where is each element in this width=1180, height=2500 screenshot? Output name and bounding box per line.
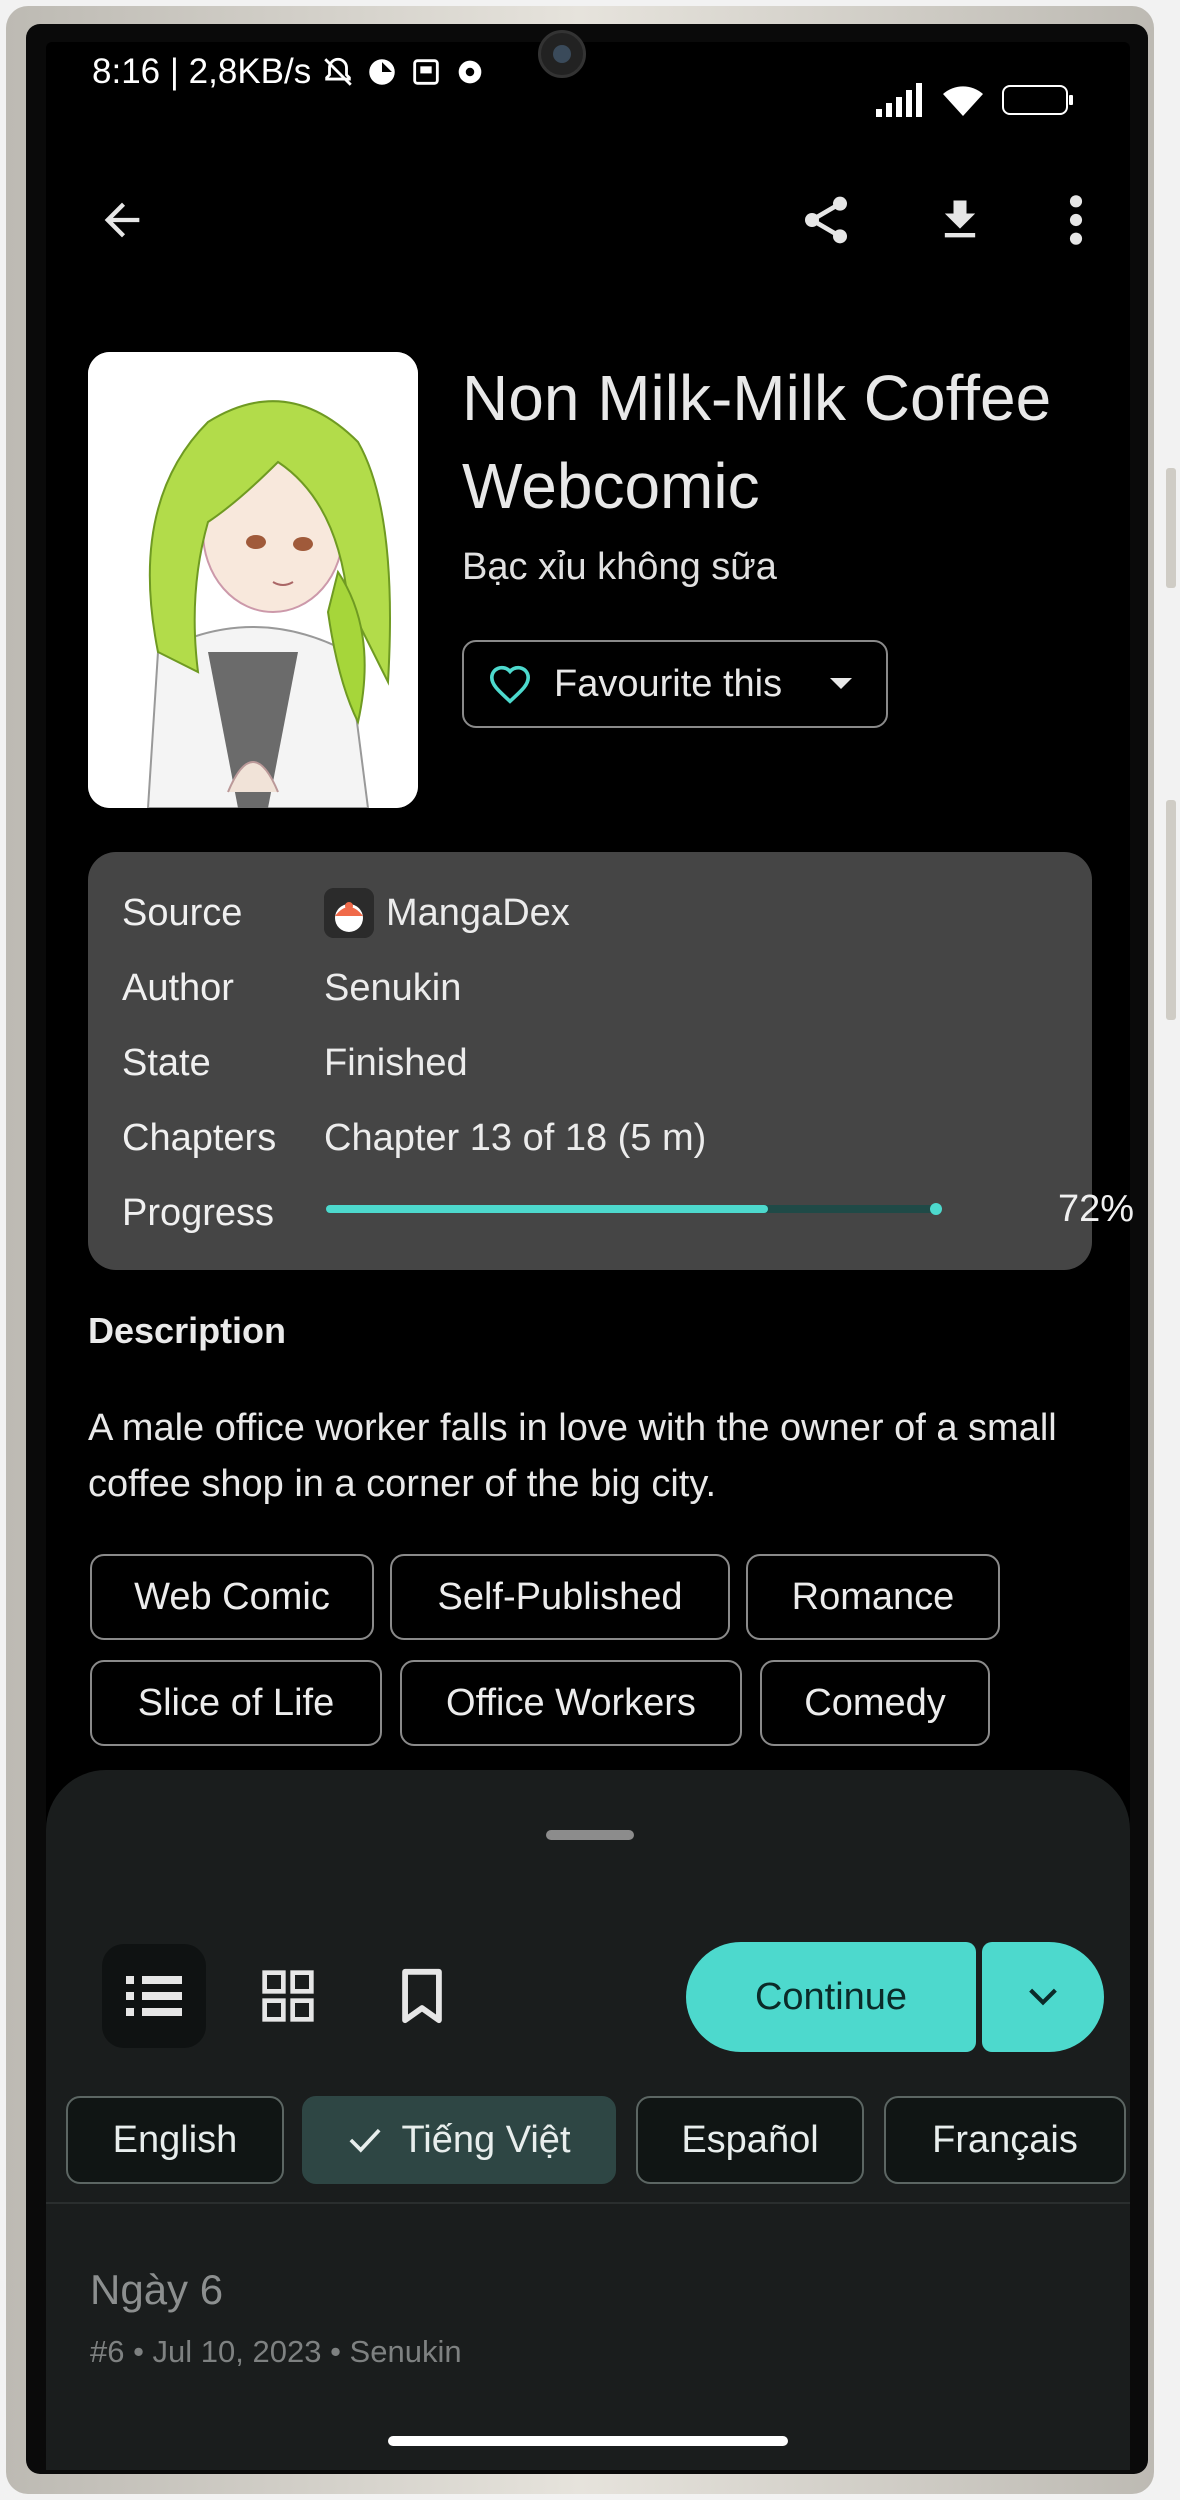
info-row-chapters: Chapters Chapter 13 of 18 (5 m) — [122, 1113, 706, 1163]
list-view-button[interactable] — [102, 1944, 206, 2048]
progress-label: Progress — [122, 1191, 275, 1234]
share-icon[interactable] — [796, 190, 856, 250]
language-chip-french[interactable]: Français — [884, 2096, 1126, 2184]
mangadex-logo-icon — [324, 888, 374, 938]
state-value: Finished — [324, 1041, 468, 1084]
settings-gear-icon — [458, 60, 482, 84]
continue-button[interactable]: Continue — [686, 1942, 976, 2052]
tag-chip[interactable]: Slice of Life — [90, 1660, 382, 1746]
favourite-button[interactable]: Favourite this — [462, 640, 888, 728]
tag-chip[interactable]: Self-Published — [390, 1554, 730, 1640]
tag-chip[interactable]: Romance — [746, 1554, 1000, 1640]
language-chip-spanish[interactable]: Español — [636, 2096, 864, 2184]
chapters-value: Chapter 13 of 18 (5 m) — [324, 1116, 707, 1159]
source-value[interactable]: MangaDex — [324, 888, 570, 938]
front-camera — [538, 30, 586, 78]
info-row-source: Source MangaDex — [122, 888, 570, 938]
battery-level: 100 — [1018, 88, 1052, 111]
status-time: 8:16 | 2,8KB/s — [92, 52, 312, 91]
language-label: Tiếng Việt — [401, 2118, 571, 2161]
continue-dropdown-button[interactable] — [982, 1942, 1104, 2052]
progress-bar — [326, 1203, 942, 1215]
grid-view-icon — [262, 1970, 314, 2022]
favourite-label: Favourite this — [554, 662, 783, 705]
battery-icon: 100 — [1002, 85, 1073, 115]
news-icon — [413, 59, 439, 85]
tag-chip[interactable]: Web Comic — [90, 1554, 374, 1640]
device-side-button — [1166, 800, 1176, 1020]
chapter-meta: #6 • Jul 10, 2023 • Senukin — [90, 2334, 462, 2369]
bookmark-button[interactable] — [370, 1944, 474, 2048]
cover-image[interactable] — [88, 352, 418, 808]
progress-fill — [326, 1205, 769, 1213]
info-row-state: State Finished — [122, 1038, 468, 1088]
manga-title: Non Milk-Milk Coffee Webcomic — [462, 362, 1052, 522]
heart-outline-icon — [489, 665, 531, 704]
info-row-progress: Progress — [122, 1188, 324, 1238]
progress-percent: 72% — [1057, 1188, 1134, 1230]
bookmark-icon — [402, 1968, 442, 2024]
sheet-drag-handle[interactable] — [546, 1830, 634, 1840]
language-chip-english[interactable]: English — [66, 2096, 284, 2184]
list-view-icon — [126, 1976, 182, 2016]
chapters-label: Chapters — [122, 1116, 277, 1159]
manga-alt-title: Bạc xỉu không sữa — [462, 546, 777, 588]
wifi-icon — [943, 86, 983, 116]
source-name: MangaDex — [386, 891, 570, 934]
gesture-nav-pill[interactable] — [388, 2436, 788, 2446]
device-side-button — [1166, 468, 1176, 588]
progress-end-dot — [930, 1203, 942, 1215]
sheet-divider — [46, 2202, 1130, 2204]
chapter-title: Ngày 6 — [90, 2266, 224, 2313]
data-saver-icon — [369, 59, 395, 85]
info-row-author: Author Senukin — [122, 963, 461, 1013]
mute-bell-icon — [324, 57, 352, 86]
more-vert-icon[interactable] — [1046, 190, 1106, 250]
status-right: 100 — [876, 82, 1073, 118]
status-left: 8:16 | 2,8KB/s — [92, 52, 487, 92]
signal-icon — [876, 83, 922, 117]
download-icon[interactable] — [930, 190, 990, 250]
source-label: Source — [122, 891, 243, 934]
tag-chip[interactable]: Comedy — [760, 1660, 990, 1746]
author-value[interactable]: Senukin — [324, 967, 461, 1010]
state-label: State — [122, 1041, 211, 1084]
description-text[interactable]: A male office worker falls in love with … — [88, 1400, 1088, 1512]
back-arrow-icon[interactable] — [92, 190, 152, 250]
grid-view-button[interactable] — [236, 1944, 340, 2048]
author-label: Author — [122, 966, 234, 1009]
description-heading: Description — [88, 1310, 287, 1351]
tag-chip[interactable]: Office Workers — [400, 1660, 742, 1746]
language-chip-vietnamese[interactable]: Tiếng Việt — [302, 2096, 616, 2184]
dropdown-caret-icon — [830, 678, 852, 689]
check-icon — [349, 2128, 381, 2153]
chevron-down-icon — [1029, 1988, 1057, 2006]
